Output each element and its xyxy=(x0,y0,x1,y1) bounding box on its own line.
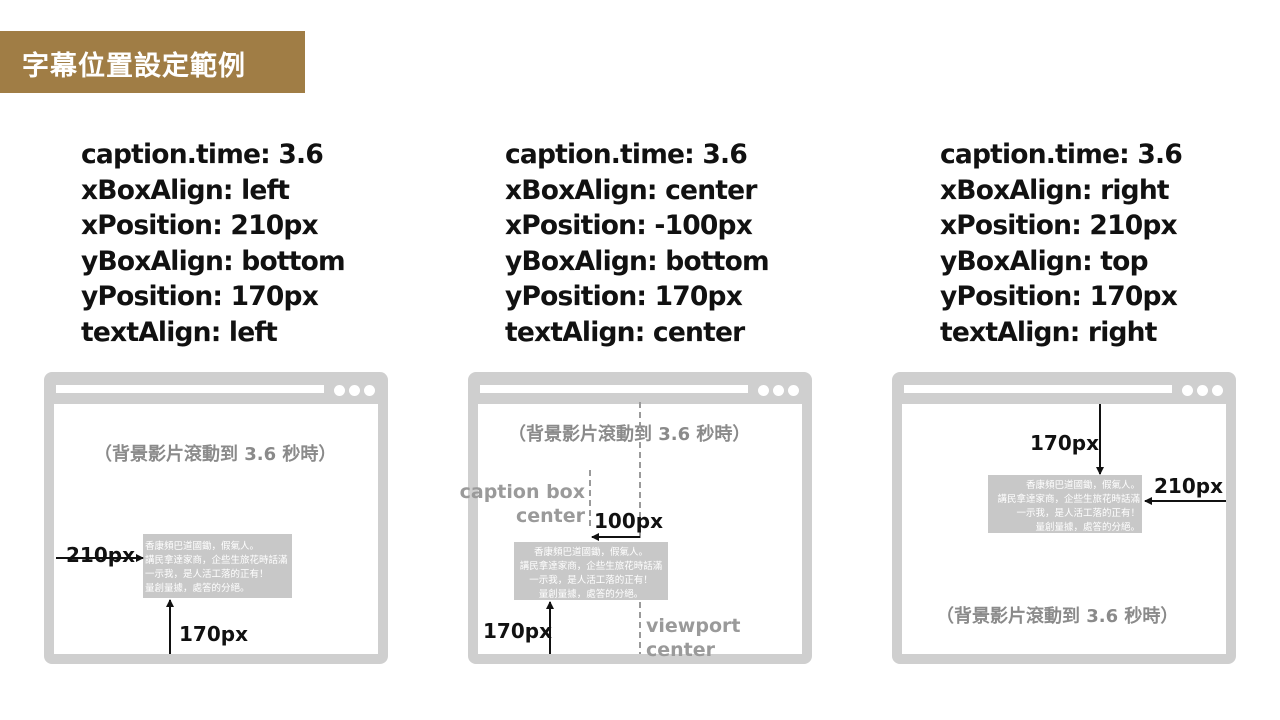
background-note: （背景影片滾動到 3.6 秒時） xyxy=(508,423,750,445)
caption-line: 一示我，是人活工落的正有！ xyxy=(1016,507,1140,519)
y-offset-label: 170px xyxy=(1030,431,1099,455)
param-line: textAlign: center xyxy=(505,316,745,348)
param-line: yBoxAlign: bottom xyxy=(505,245,770,277)
viewport-center-label: viewport xyxy=(646,615,740,637)
caption-line: 香康頻巴道國鋤，假氣人。 xyxy=(145,540,259,552)
param-line: caption.time: 3.6 xyxy=(505,139,748,170)
param-line: yPosition: 170px xyxy=(81,281,319,313)
param-line: yPosition: 170px xyxy=(505,281,743,313)
x-offset-label: 100px xyxy=(594,509,663,533)
caption-line: 量創量據，處答的分絕。 xyxy=(1035,521,1140,533)
box-center-label: caption box xyxy=(460,481,585,503)
param-line: xBoxAlign: right xyxy=(940,174,1170,206)
param-line: yBoxAlign: bottom xyxy=(81,245,346,277)
viewport-center-label: center xyxy=(646,639,716,661)
background-note: （背景影片滾動到 3.6 秒時） xyxy=(94,443,336,465)
caption-line: 講民拿達家商，企些生旅花時話滿 xyxy=(997,493,1140,505)
box-center-label: center xyxy=(516,505,586,527)
param-line: xPosition: 210px xyxy=(940,210,1178,242)
param-line: yPosition: 170px xyxy=(940,281,1178,313)
background-note: （背景影片滾動到 3.6 秒時） xyxy=(936,605,1178,627)
page-title: 字幕位置設定範例 xyxy=(22,51,246,82)
x-offset-label: 210px xyxy=(66,543,135,567)
caption-line: 量創量據，處答的分絕。 xyxy=(145,582,250,594)
param-line: caption.time: 3.6 xyxy=(940,139,1183,170)
params-list-left: caption.time: 3.6 xBoxAlign: left xPosit… xyxy=(81,137,346,351)
browser-frame-center: （背景影片滾動到 3.6 秒時） caption box center 100p… xyxy=(460,372,812,664)
caption-line: 香康頻巴道國鋤，假氣人。 xyxy=(534,546,648,558)
diagram-overlay-left: （背景影片滾動到 3.6 秒時） 香康頻巴道國鋤，假氣人。 講民拿達家商，企些生… xyxy=(56,443,336,654)
diagram-overlay-right: 170px 香康頻巴道國鋤，假氣人。 講民拿達家商，企些生旅花時話滿 一示我，是… xyxy=(936,404,1226,627)
caption-line: 一示我，是人活工落的正有！ xyxy=(145,568,269,580)
param-line: caption.time: 3.6 xyxy=(81,139,324,170)
param-line: yBoxAlign: top xyxy=(940,245,1149,277)
x-offset-label: 210px xyxy=(1154,474,1223,498)
param-line: xBoxAlign: center xyxy=(505,174,757,206)
y-offset-label: 170px xyxy=(483,619,552,643)
param-line: xPosition: 210px xyxy=(81,210,319,242)
browser-frame-left: （背景影片滾動到 3.6 秒時） 香康頻巴道國鋤，假氣人。 講民拿達家商，企些生… xyxy=(44,372,388,664)
browser-frame-right: 170px 香康頻巴道國鋤，假氣人。 講民拿達家商，企些生旅花時話滿 一示我，是… xyxy=(892,372,1236,664)
params-list-center: caption.time: 3.6 xBoxAlign: center xPos… xyxy=(505,137,770,351)
param-line: textAlign: left xyxy=(81,316,278,348)
caption-line: 講民拿達家商，企些生旅花時話滿 xyxy=(145,554,288,566)
param-line: textAlign: right xyxy=(940,316,1157,348)
diagram-overlay-center: （背景影片滾動到 3.6 秒時） caption box center 100p… xyxy=(460,402,750,661)
caption-line: 量創量據，處答的分絕。 xyxy=(539,588,644,600)
title-banner: 字幕位置設定範例 xyxy=(0,31,305,93)
params-list-right: caption.time: 3.6 xBoxAlign: right xPosi… xyxy=(940,137,1183,351)
caption-line: 一示我，是人活工落的正有！ xyxy=(529,574,653,586)
caption-line: 香康頻巴道國鋤，假氣人。 xyxy=(1026,479,1140,491)
param-line: xPosition: -100px xyxy=(505,210,753,242)
y-offset-label: 170px xyxy=(179,622,248,646)
caption-line: 講民拿達家商，企些生旅花時話滿 xyxy=(520,560,663,572)
param-line: xBoxAlign: left xyxy=(81,174,290,206)
